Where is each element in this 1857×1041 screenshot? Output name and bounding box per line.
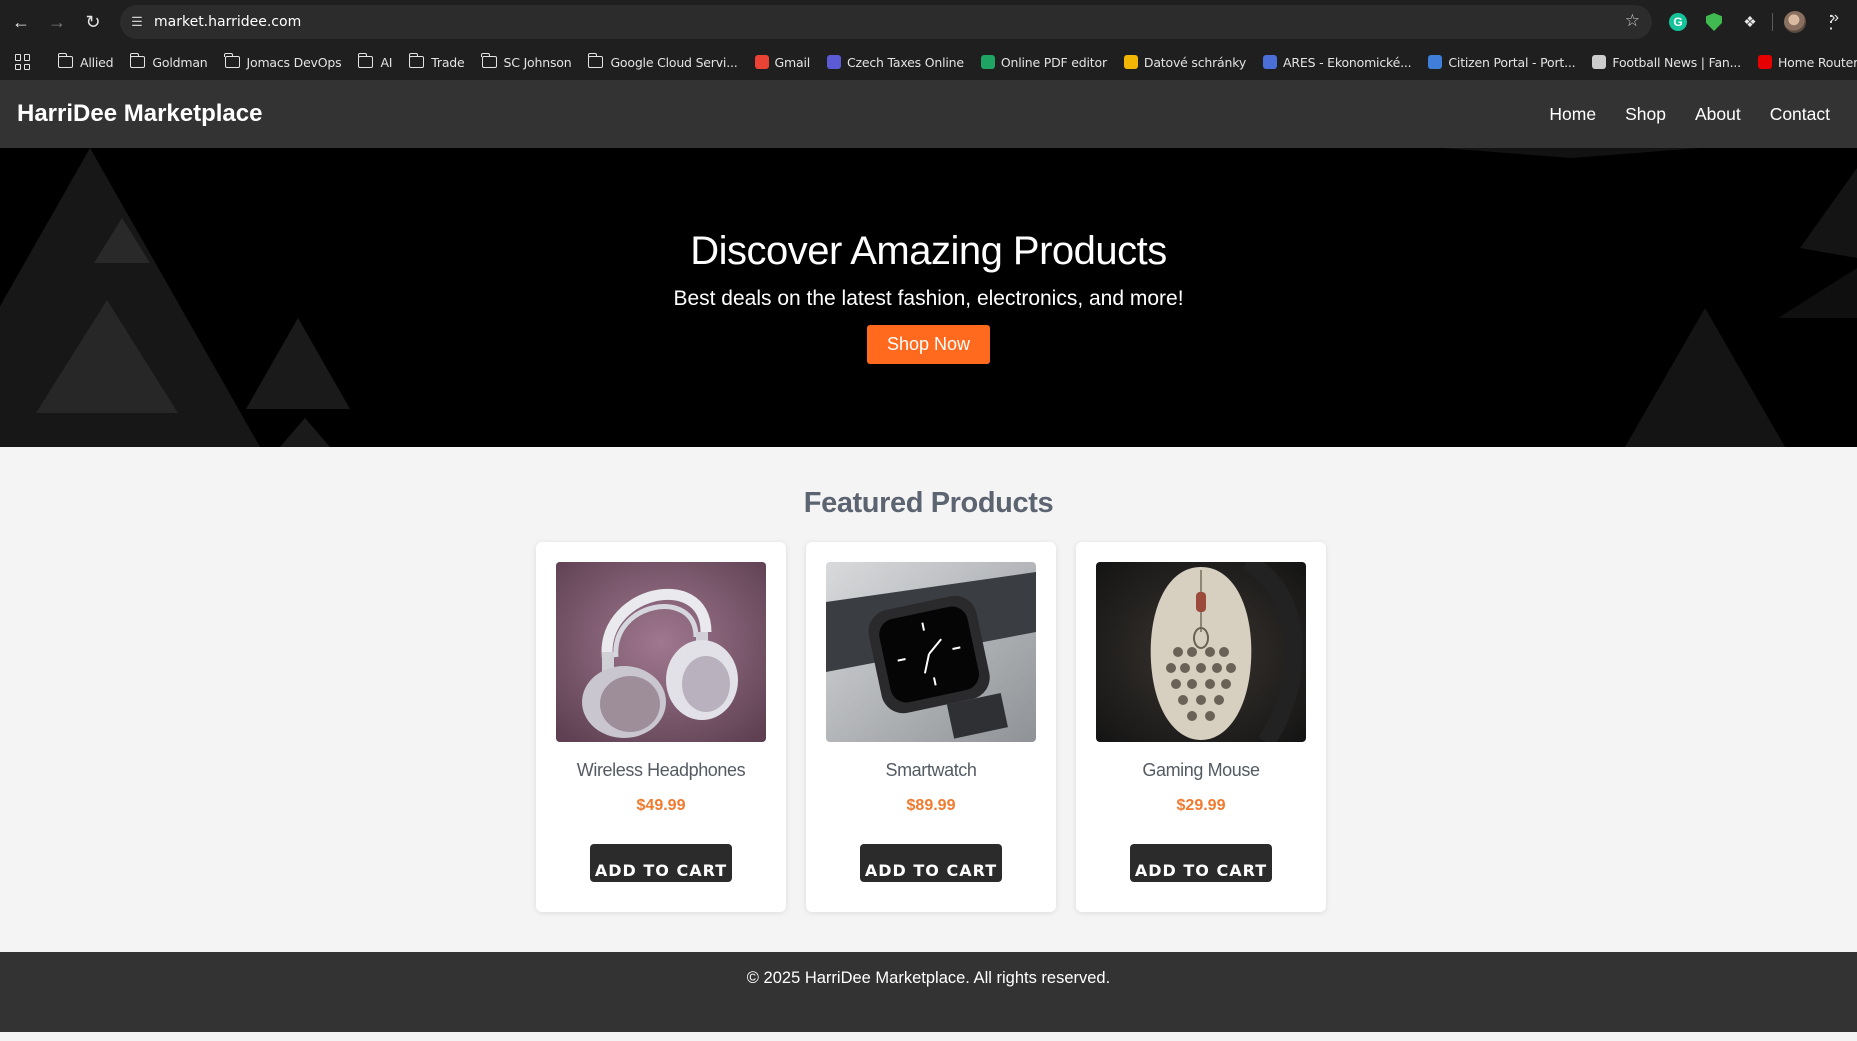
- product-card: Gaming Mouse $29.99 ADD TO CART: [1076, 542, 1326, 912]
- bookmark-folder[interactable]: AI: [357, 53, 393, 70]
- main-nav: Home Shop About Contact: [1520, 104, 1830, 125]
- bookmark-label: Home Router: [1777, 54, 1857, 70]
- bookmark-link[interactable]: Home Router: [1757, 54, 1857, 70]
- profile-avatar[interactable]: [1781, 8, 1809, 36]
- headphones-image[interactable]: [556, 562, 766, 742]
- bookmark-label: Citizen Portal - Port...: [1448, 54, 1576, 70]
- address-bar[interactable]: ☰ market.harridee.com ☆: [120, 5, 1652, 39]
- pdf-editor-icon: [980, 55, 995, 69]
- site-logo[interactable]: HarriDee Marketplace: [17, 100, 262, 128]
- bookmark-label: SC Johnson: [503, 54, 572, 70]
- product-name[interactable]: Wireless Headphones: [536, 760, 786, 781]
- product-price: $89.99: [906, 797, 956, 814]
- bookmark-link[interactable]: Datové schránky: [1123, 54, 1247, 70]
- bookmark-link[interactable]: ARES - Ekonomické...: [1263, 54, 1412, 70]
- citizen-portal-icon: [1428, 55, 1443, 69]
- bookmark-label: Czech Taxes Online: [847, 54, 964, 70]
- hero-banner: Discover Amazing Products Best deals on …: [0, 148, 1857, 447]
- bookmark-label: Goldman: [152, 54, 208, 70]
- featured-products-title: Featured Products: [803, 487, 1054, 519]
- bookmark-label: Trade: [431, 54, 465, 70]
- site-header: HarriDee Marketplace Home Shop About Con…: [0, 80, 1857, 148]
- bookmark-label: Datové schránky: [1143, 54, 1247, 70]
- bookmark-label: Google Cloud Servi...: [610, 54, 738, 70]
- nav-shop[interactable]: Shop: [1625, 104, 1666, 125]
- browser-chrome: ← → ↻ ☰ market.harridee.com ☆ G ❖ ⋮ Alli…: [0, 0, 1857, 80]
- product-grid: Wireless Headphones $49.99 ADD TO CART S…: [536, 542, 1326, 912]
- gaming-mouse-image[interactable]: [1096, 562, 1306, 742]
- add-to-cart-button[interactable]: ADD TO CART: [590, 844, 732, 882]
- folder-icon: [408, 53, 425, 68]
- bookmark-link[interactable]: Czech Taxes Online: [827, 55, 964, 70]
- product-price: $29.99: [1176, 797, 1226, 814]
- product-name[interactable]: Gaming Mouse: [1076, 760, 1326, 781]
- extensions-puzzle-icon[interactable]: ❖: [1736, 8, 1764, 36]
- bookmark-folder[interactable]: Goldman: [129, 53, 208, 70]
- football-news-icon: [1592, 55, 1607, 69]
- folder-icon: [224, 53, 240, 68]
- add-to-cart-button[interactable]: ADD TO CART: [860, 844, 1002, 882]
- browser-toolbar: ← → ↻ ☰ market.harridee.com ☆ G ❖ ⋮: [0, 0, 1857, 44]
- folder-icon: [481, 53, 497, 68]
- folder-icon: [357, 53, 374, 68]
- ares-icon: [1263, 55, 1278, 69]
- reload-icon[interactable]: ↻: [78, 7, 108, 37]
- bookmark-link[interactable]: Online PDF editor: [980, 54, 1107, 70]
- folder-icon: [587, 53, 604, 68]
- hero-title: Discover Amazing Products: [690, 229, 1167, 273]
- nav-about[interactable]: About: [1695, 104, 1741, 125]
- add-to-cart-button[interactable]: ADD TO CART: [1130, 844, 1272, 882]
- bookmark-label: ARES - Ekonomické...: [1283, 54, 1412, 70]
- bookmark-label: Online PDF editor: [1000, 54, 1107, 70]
- grammarly-icon[interactable]: G: [1664, 8, 1692, 36]
- bookmark-star-icon[interactable]: ☆: [1625, 11, 1640, 31]
- bookmark-folder[interactable]: Trade: [408, 53, 465, 70]
- forward-icon[interactable]: →: [42, 7, 72, 37]
- bookmark-link[interactable]: Citizen Portal - Port...: [1428, 54, 1576, 70]
- bookmark-folder[interactable]: SC Johnson: [481, 53, 572, 70]
- smartwatch-image[interactable]: [826, 562, 1036, 742]
- product-card: Smartwatch $89.99 ADD TO CART: [806, 542, 1056, 912]
- bookmark-label: Allied: [80, 54, 114, 70]
- apps-grid-icon[interactable]: [15, 54, 30, 70]
- folder-icon: [129, 53, 146, 68]
- copyright-text: © 2025 HarriDee Marketplace. All rights …: [746, 969, 1111, 987]
- bookmark-label: AI: [380, 54, 393, 70]
- product-card: Wireless Headphones $49.99 ADD TO CART: [536, 542, 786, 912]
- bookmark-link[interactable]: Gmail: [754, 54, 811, 70]
- bookmark-folder[interactable]: Jomacs DevOps: [224, 53, 342, 70]
- gmail-icon: [754, 55, 769, 69]
- czech-taxes-icon: [827, 55, 841, 69]
- shop-now-button[interactable]: Shop Now: [866, 325, 991, 364]
- folder-icon: [57, 53, 73, 68]
- home-router-icon: [1757, 55, 1772, 69]
- toolbar-divider: [1772, 13, 1773, 31]
- site-info-icon[interactable]: ☰: [120, 14, 154, 30]
- nav-home[interactable]: Home: [1549, 104, 1596, 125]
- bookmark-folder[interactable]: Allied: [57, 53, 114, 70]
- bookmark-link[interactable]: Football News | Fan...: [1592, 55, 1741, 70]
- nav-contact[interactable]: Contact: [1770, 104, 1830, 125]
- bookmark-label: Gmail: [774, 54, 811, 70]
- bookmarks-bar: Allied Goldman Jomacs DevOps AI Trade SC John…: [0, 44, 1857, 80]
- hero-subtitle: Best deals on the latest fashion, electr…: [673, 287, 1184, 310]
- bookmark-folder[interactable]: Google Cloud Servi...: [587, 53, 738, 70]
- mailbox-icon: [1123, 55, 1138, 69]
- bookmark-label: Jomacs DevOps: [246, 54, 342, 70]
- url-text[interactable]: market.harridee.com: [154, 14, 301, 30]
- site-footer: © 2025 HarriDee Marketplace. All rights …: [0, 952, 1857, 1032]
- product-name[interactable]: Smartwatch: [806, 760, 1056, 781]
- bookmark-label: Football News | Fan...: [1612, 54, 1741, 70]
- extensions-area: G ❖ ⋮: [1664, 7, 1845, 37]
- product-price: $49.99: [636, 797, 686, 814]
- hero-content: Discover Amazing Products Best deals on …: [0, 148, 1857, 364]
- back-icon[interactable]: ←: [6, 7, 36, 37]
- bookmarks-overflow-icon[interactable]: »: [1830, 9, 1839, 27]
- shield-extension-icon[interactable]: [1700, 8, 1728, 36]
